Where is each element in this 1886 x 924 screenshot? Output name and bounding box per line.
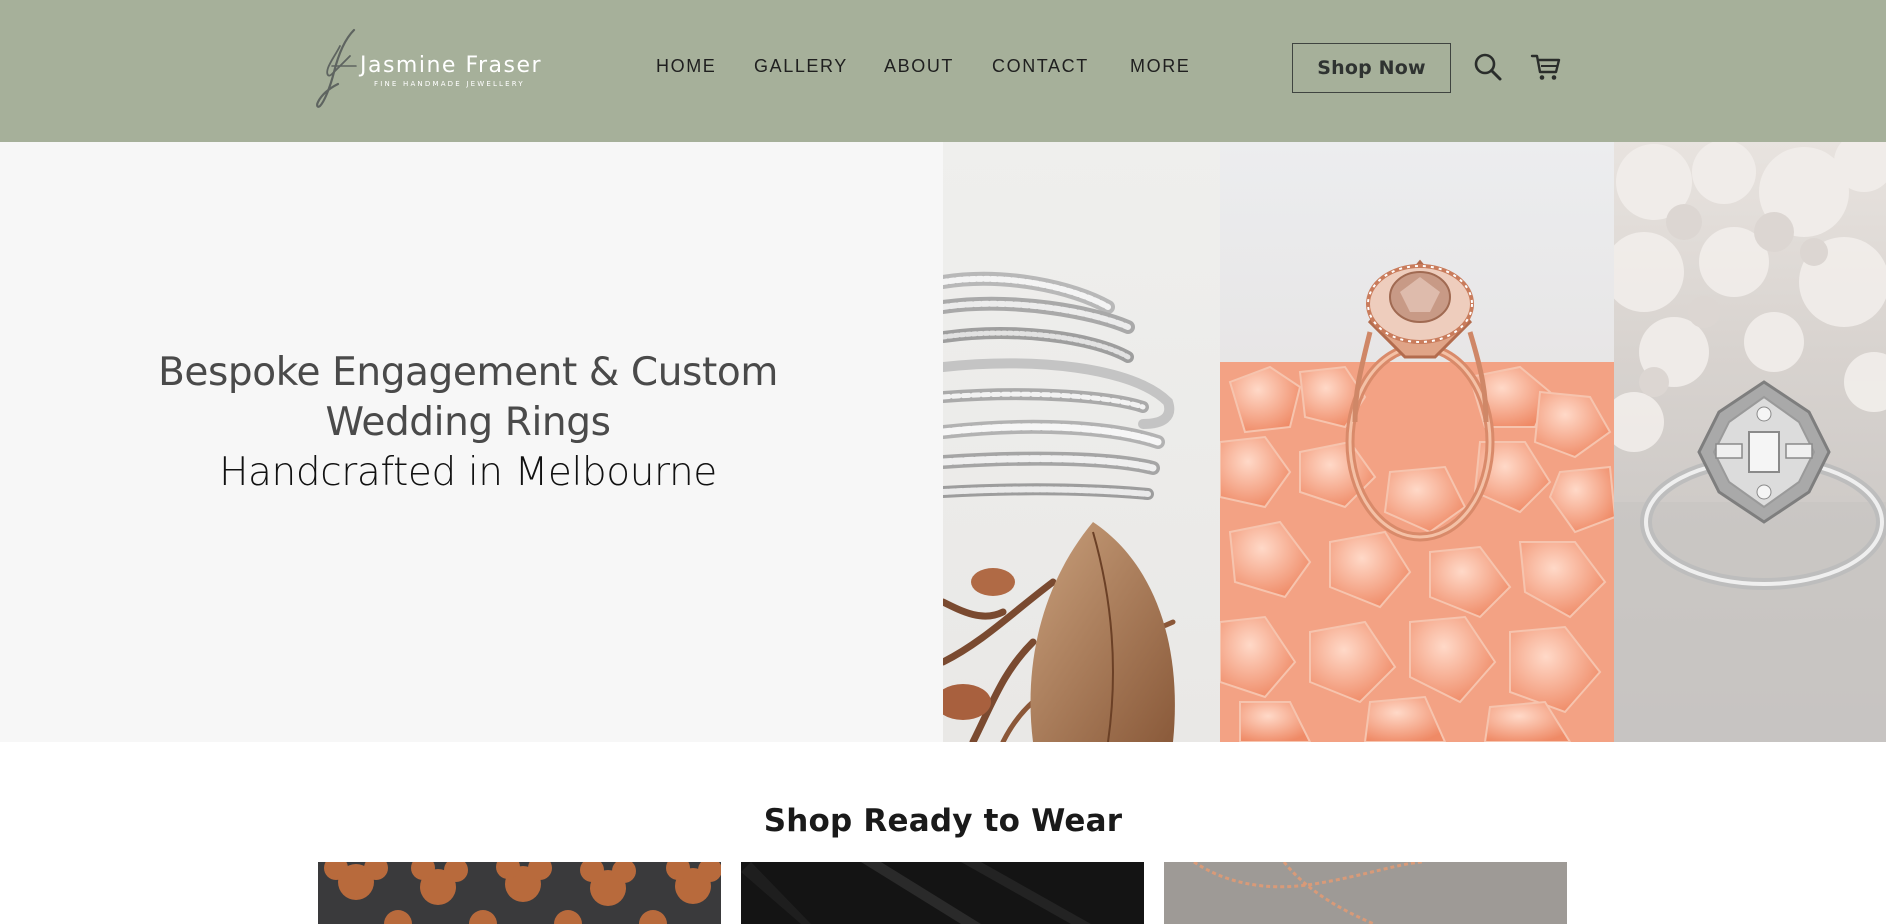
nav-item-home[interactable]: HOME	[656, 56, 716, 77]
shop-section-title: Shop Ready to Wear	[763, 803, 1123, 839]
hero-heading: Bespoke Engagement & Custom Wedding Ring…	[0, 348, 936, 498]
hero-heading-line-2: Wedding Rings	[325, 400, 611, 445]
brand-name: Jasmine Fraser	[360, 53, 543, 78]
rose-gold-halo-ring-image	[1220, 142, 1614, 742]
nav-item-more[interactable]: MORE	[1130, 56, 1190, 77]
cart-icon[interactable]	[1530, 51, 1562, 83]
black-product-image[interactable]	[741, 862, 1144, 924]
copper-pattern-product-image[interactable]	[318, 862, 721, 924]
hero-banner: Bespoke Engagement & Custom Wedding Ring…	[0, 142, 1886, 742]
brand-logo[interactable]: Jasmine Fraser FINE HANDMADE JEWELLERY	[316, 26, 541, 110]
white-gold-vintage-ring-image	[1614, 142, 1886, 742]
shop-now-button[interactable]: Shop Now	[1292, 43, 1451, 93]
rose-gold-necklace-product-image[interactable]	[1164, 862, 1567, 924]
nav-item-contact[interactable]: CONTACT	[992, 56, 1089, 77]
brand-tagline: FINE HANDMADE JEWELLERY	[374, 80, 525, 88]
search-icon[interactable]	[1472, 51, 1504, 83]
nav-item-about[interactable]: ABOUT	[884, 56, 954, 77]
stacked-diamond-rings-image	[943, 142, 1220, 742]
site-header: Jasmine Fraser FINE HANDMADE JEWELLERY H…	[0, 0, 1886, 142]
nav-item-gallery[interactable]: GALLERY	[754, 56, 848, 77]
hero-subheading: Handcrafted in Melbourne	[219, 450, 717, 495]
hero-heading-line-1: Bespoke Engagement & Custom	[158, 350, 778, 395]
hero-text-panel: Bespoke Engagement & Custom Wedding Ring…	[0, 142, 943, 742]
